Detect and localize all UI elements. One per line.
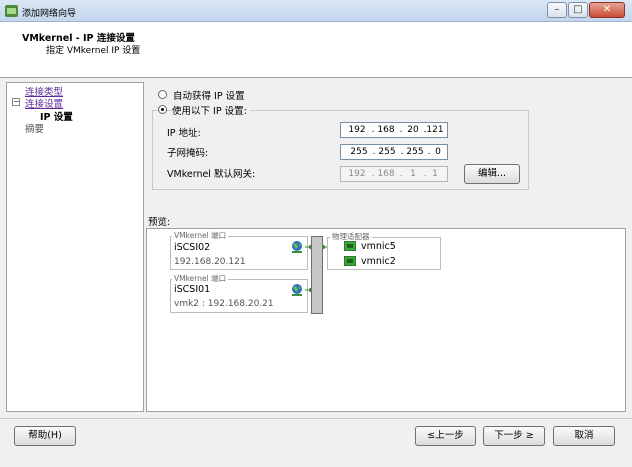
cancel-button[interactable]: 取消 xyxy=(553,426,615,446)
radio-manual-ip-label[interactable]: 使用以下 IP 设置: xyxy=(172,103,250,117)
mask-octet-1: 255 xyxy=(350,147,368,157)
collapse-icon[interactable]: − xyxy=(12,98,20,106)
edit-gateway-button[interactable]: 编辑... xyxy=(464,164,520,184)
back-button[interactable]: ≤上一步 xyxy=(415,426,476,446)
mask-octet-4: 0 xyxy=(435,147,441,157)
radio-auto-ip-label[interactable]: 自动获得 IP 设置 xyxy=(173,88,245,102)
port-group-caption: VMkernel 端口 xyxy=(172,230,229,241)
port-ip: 192.168.20.121 xyxy=(174,257,246,267)
ip-octet-2: 168 xyxy=(377,125,395,135)
nav-item-connection-settings[interactable]: 连接设置 xyxy=(25,96,63,110)
page-title: VMkernel - IP 连接设置 xyxy=(22,33,135,44)
port-ip: vmk2 : 192.168.20.21 xyxy=(174,299,274,309)
maximize-button[interactable]: □ xyxy=(568,2,588,18)
mask-octet-2: 255 xyxy=(378,147,396,157)
vswitch-bar[interactable] xyxy=(311,236,323,314)
footer-divider xyxy=(0,418,632,419)
ip-address-field[interactable]: 192 . 168 . 20 . 121 xyxy=(340,122,448,138)
help-button[interactable]: 帮助(H) xyxy=(14,426,76,446)
gateway-octet-1: 192 xyxy=(348,169,366,179)
nav-item-summary: 摘要 xyxy=(25,124,45,135)
nav-item-ip-settings: IP 设置 xyxy=(40,112,73,123)
ip-address-label: IP 地址: xyxy=(167,128,201,139)
close-button[interactable]: ✕ xyxy=(589,2,625,18)
page-subtitle: 指定 VMkernel IP 设置 xyxy=(46,46,141,56)
window-title: 添加网络向导 xyxy=(22,9,77,19)
adapter-label: vmnic5 xyxy=(361,241,396,252)
radio-auto-ip[interactable] xyxy=(158,90,167,99)
network-card-icon xyxy=(344,256,356,266)
next-button[interactable]: 下一步 ≥ xyxy=(483,426,545,446)
gateway-octet-2: 168 xyxy=(377,169,395,179)
ip-octet-4: 121 xyxy=(426,125,444,135)
port-name: iSCSI02 xyxy=(174,242,211,253)
app-icon xyxy=(5,5,18,17)
gateway-field: 192 . 168 . 1 . 1 xyxy=(340,166,448,182)
preview-label: 预览: xyxy=(148,217,171,228)
subnet-mask-label: 子网掩码: xyxy=(167,148,209,159)
gateway-label: VMkernel 默认网关: xyxy=(167,169,256,180)
network-card-icon xyxy=(344,241,356,251)
subnet-mask-field[interactable]: 255 . 255 . 255 . 0 xyxy=(340,144,448,160)
port-name: iSCSI01 xyxy=(174,284,211,295)
minimize-button[interactable]: – xyxy=(547,2,567,18)
adapter-label: vmnic2 xyxy=(361,256,396,267)
gateway-octet-4: 1 xyxy=(432,169,438,179)
title-bar[interactable] xyxy=(0,0,632,22)
radio-manual-ip[interactable] xyxy=(158,105,167,114)
port-group-caption: VMkernel 端口 xyxy=(172,273,229,284)
ip-octet-1: 192 xyxy=(348,125,366,135)
